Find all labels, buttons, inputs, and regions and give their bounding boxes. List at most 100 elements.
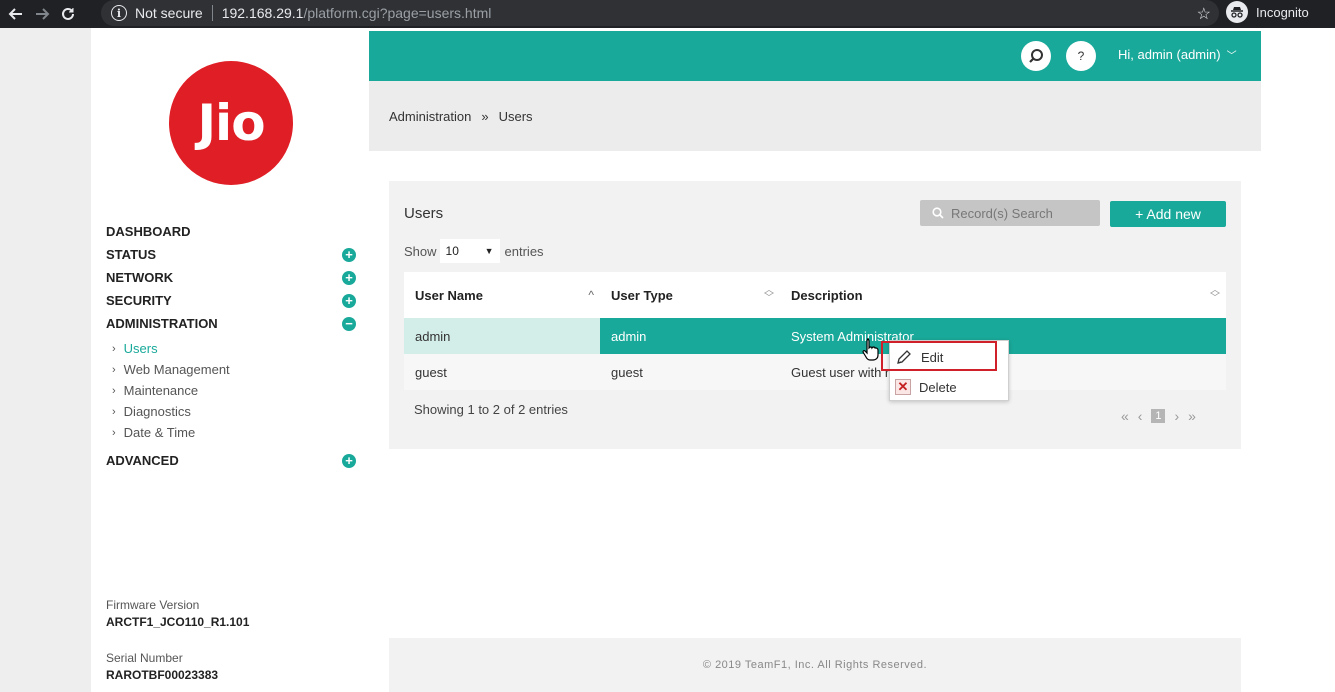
sidebar-item-label: ADMINISTRATION (106, 316, 218, 331)
entries-label: entries (504, 243, 544, 259)
sidebar-item-label: STATUS (106, 247, 157, 262)
page-number[interactable]: 1 (1151, 409, 1166, 423)
column-header-user-name[interactable]: User Name ^ (404, 272, 600, 318)
address-bar[interactable]: i Not secure 192.168.29.1 /platform.cgi?… (101, 0, 1219, 26)
submenu-item-diagnostics[interactable]: › Diagnostics (112, 401, 360, 422)
forward-arrow-icon[interactable] (32, 4, 52, 24)
search-button[interactable] (1021, 41, 1051, 71)
expand-plus-icon[interactable]: + (342, 453, 356, 468)
sidebar: Jio DASHBOARD STATUS + NETWORK + SECURIT… (91, 28, 369, 692)
record-search-input[interactable]: Record(s) Search (920, 200, 1100, 226)
show-label: Show (404, 243, 437, 259)
chevron-right-icon: › (112, 363, 116, 376)
jio-logo: Jio (169, 61, 293, 185)
incognito-indicator[interactable]: Incognito (1226, 1, 1309, 23)
incognito-icon (1226, 1, 1248, 23)
chevron-right-icon: › (112, 405, 116, 418)
expand-plus-icon[interactable]: + (342, 270, 356, 285)
submenu-item-label: Date & Time (123, 425, 196, 440)
search-icon (1029, 49, 1043, 63)
next-page-icon[interactable]: › (1174, 408, 1179, 424)
sidebar-item-advanced[interactable]: ADVANCED + (106, 449, 360, 472)
bookmark-star-icon[interactable]: ☆ (1197, 4, 1211, 24)
users-panel: Users Record(s) Search + Add new Show 10… (389, 181, 1241, 449)
submenu-item-label: Users (123, 341, 158, 356)
context-menu-label: Delete (919, 379, 957, 395)
sidebar-item-security[interactable]: SECURITY + (106, 289, 360, 312)
hand-cursor-icon (862, 338, 879, 361)
submenu-item-label: Diagnostics (123, 404, 191, 419)
logo-text: Jio (197, 94, 265, 152)
chevron-right-icon: › (112, 342, 116, 355)
back-arrow-icon[interactable] (6, 4, 26, 24)
breadcrumb-separator: » (481, 108, 489, 124)
column-label: User Type (611, 287, 673, 303)
breadcrumb-parent[interactable]: Administration (389, 109, 471, 124)
chevron-right-icon: › (112, 384, 116, 397)
search-icon (932, 207, 944, 219)
sidebar-item-label: SECURITY (106, 293, 172, 308)
collapse-minus-icon[interactable]: − (342, 316, 356, 331)
table-header: User Name ^ User Type ︿ ﹀ Description ︿ ﹀ (404, 272, 1226, 318)
administration-submenu: › Users › Web Management › Maintenance ›… (112, 338, 360, 443)
cell-user-type: admin (600, 318, 780, 354)
breadcrumb-current: Users (498, 108, 533, 124)
column-header-user-type[interactable]: User Type ︿ ﹀ (600, 272, 780, 318)
submenu-item-maintenance[interactable]: › Maintenance (112, 380, 360, 401)
url-host: 192.168.29.1 (221, 5, 304, 21)
sort-up-icon: ^ (588, 288, 594, 302)
sidebar-menu: DASHBOARD STATUS + NETWORK + SECURITY + … (106, 220, 360, 472)
entries-select-value: 10 (445, 244, 459, 258)
breadcrumb: Administration » Users (369, 81, 1261, 151)
delete-x-icon: ✕ (895, 379, 911, 395)
reload-icon[interactable] (58, 4, 78, 24)
page-margin-left (0, 28, 91, 692)
table-info: Showing 1 to 2 of 2 entries (414, 402, 568, 417)
sidebar-item-label: ADVANCED (106, 453, 179, 468)
incognito-label: Incognito (1256, 4, 1309, 20)
users-table: User Name ^ User Type ︿ ﹀ Description ︿ ﹀ … (404, 272, 1226, 390)
table-row[interactable]: admin admin System Administrator (404, 318, 1226, 354)
sidebar-item-network[interactable]: NETWORK + (106, 266, 360, 289)
info-icon[interactable]: i (111, 5, 127, 21)
security-label: Not secure (135, 5, 203, 21)
expand-plus-icon[interactable]: + (342, 293, 356, 308)
add-new-button[interactable]: + Add new (1110, 201, 1226, 227)
column-header-description[interactable]: Description ︿ ﹀ (780, 272, 1226, 318)
sidebar-item-label: DASHBOARD (106, 224, 191, 239)
help-button[interactable]: ? (1066, 41, 1096, 71)
table-row[interactable]: guest guest Guest user with r (404, 354, 1226, 390)
chevron-right-icon: › (112, 426, 116, 439)
user-menu[interactable]: Hi, admin (admin) ﹀ (1118, 47, 1237, 62)
help-icon: ? (1077, 49, 1085, 63)
serial-label: Serial Number (106, 651, 183, 665)
first-page-icon[interactable]: « (1121, 408, 1129, 424)
browser-toolbar: i Not secure 192.168.29.1 /platform.cgi?… (0, 0, 1335, 28)
last-page-icon[interactable]: » (1188, 408, 1196, 424)
edit-highlight-box (881, 341, 997, 371)
column-label: User Name (415, 287, 483, 303)
column-label: Description (791, 287, 863, 303)
dropdown-arrow-icon: ▼ (484, 246, 494, 256)
sort-both-icon: ︿ ﹀ (1210, 285, 1220, 304)
sidebar-item-status[interactable]: STATUS + (106, 243, 360, 266)
omnibox-divider (211, 5, 213, 21)
sort-both-icon: ︿ ﹀ (764, 285, 774, 304)
pagination: « ‹ 1 › » (1121, 408, 1205, 424)
submenu-item-date-time[interactable]: › Date & Time (112, 422, 360, 443)
panel-title: Users (404, 205, 444, 222)
prev-page-icon[interactable]: ‹ (1138, 408, 1143, 424)
context-menu-delete[interactable]: ✕ Delete (890, 372, 1008, 402)
search-placeholder: Record(s) Search (951, 205, 1053, 221)
url-path: /platform.cgi?page=users.html (303, 5, 492, 21)
entries-select[interactable]: 10 ▼ (439, 239, 500, 263)
sidebar-item-administration[interactable]: ADMINISTRATION − (106, 312, 360, 335)
submenu-item-web-management[interactable]: › Web Management (112, 359, 360, 380)
footer: © 2019 TeamF1, Inc. All Rights Reserved. (389, 638, 1241, 692)
page-margin-right (1261, 28, 1335, 692)
submenu-item-label: Maintenance (123, 383, 199, 398)
sidebar-item-dashboard[interactable]: DASHBOARD (106, 220, 360, 243)
expand-plus-icon[interactable]: + (342, 247, 356, 262)
device-info: Firmware Version ARCTF1_JCO110_R1.101 Se… (106, 598, 249, 682)
submenu-item-users[interactable]: › Users (112, 338, 360, 359)
